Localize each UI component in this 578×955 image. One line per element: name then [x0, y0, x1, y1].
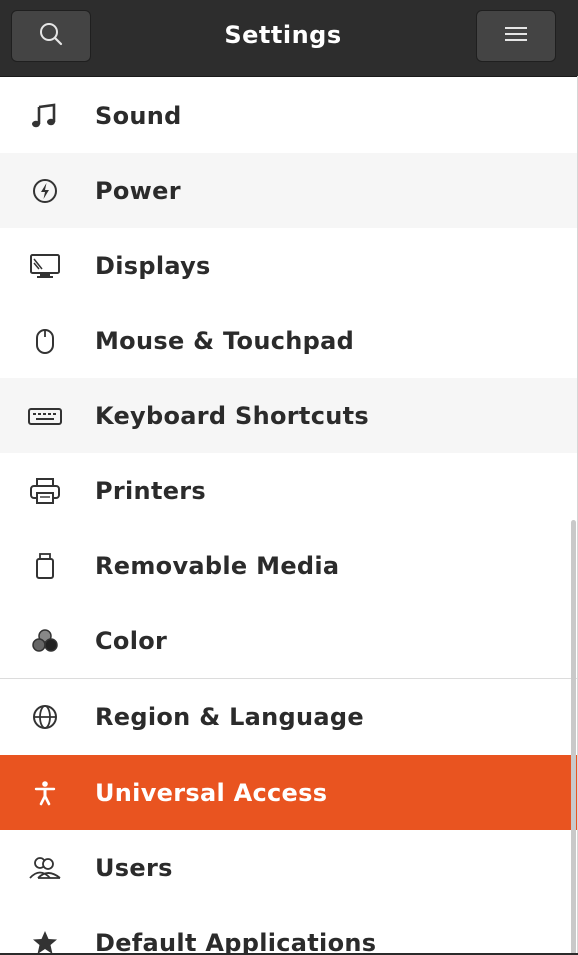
sidebar-item-mouse-touchpad[interactable]: Mouse & Touchpad	[0, 303, 578, 378]
sidebar-item-label: Removable Media	[95, 551, 340, 580]
sidebar-item-universal-access[interactable]: Universal Access	[0, 755, 578, 830]
keyboard-icon	[25, 396, 65, 436]
sidebar-item-label: Universal Access	[95, 778, 328, 807]
hamburger-menu-icon	[504, 24, 528, 48]
color-icon	[25, 621, 65, 661]
sidebar-item-sound[interactable]: Sound	[0, 78, 578, 153]
sidebar-item-region-language[interactable]: Region & Language	[0, 678, 578, 755]
mouse-icon	[25, 321, 65, 361]
sidebar-item-label: Keyboard Shortcuts	[95, 401, 369, 430]
printer-icon	[25, 471, 65, 511]
sidebar-item-label: Printers	[95, 476, 207, 505]
sidebar-item-printers[interactable]: Printers	[0, 453, 578, 528]
menu-button[interactable]	[476, 10, 556, 62]
sidebar-item-keyboard-shortcuts[interactable]: Keyboard Shortcuts	[0, 378, 578, 453]
users-icon	[25, 848, 65, 888]
sidebar-item-displays[interactable]: Displays	[0, 228, 578, 303]
scrollbar[interactable]	[571, 520, 576, 955]
sidebar-item-removable-media[interactable]: Removable Media	[0, 528, 578, 603]
sidebar-item-color[interactable]: Color	[0, 603, 578, 678]
sidebar-item-label: Users	[95, 853, 173, 882]
sidebar-item-label: Region & Language	[95, 703, 364, 731]
sidebar-item-label: Color	[95, 626, 168, 655]
header-bar: Settings	[0, 0, 578, 77]
window-title: Settings	[224, 21, 342, 49]
search-button[interactable]	[11, 10, 91, 62]
settings-sidebar-list: Sound Power Displays Mouse & Touchpad Ke…	[0, 78, 578, 955]
sidebar-item-label: Displays	[95, 251, 211, 280]
sidebar-item-power[interactable]: Power	[0, 153, 578, 228]
sidebar-item-default-applications[interactable]: Default Applications	[0, 905, 578, 955]
settings-window: Settings Sound Power Displays Mouse & To…	[0, 0, 578, 955]
globe-icon	[25, 697, 65, 737]
removable-media-icon	[25, 546, 65, 586]
search-icon	[38, 21, 64, 51]
sidebar-item-label: Power	[95, 176, 181, 205]
sidebar-item-users[interactable]: Users	[0, 830, 578, 905]
music-note-icon	[25, 96, 65, 136]
display-icon	[25, 246, 65, 286]
power-icon	[25, 171, 65, 211]
star-icon	[25, 923, 65, 955]
accessibility-icon	[25, 773, 65, 813]
sidebar-item-label: Sound	[95, 101, 182, 130]
sidebar-item-label: Mouse & Touchpad	[95, 326, 355, 355]
sidebar-item-label: Default Applications	[95, 928, 377, 955]
